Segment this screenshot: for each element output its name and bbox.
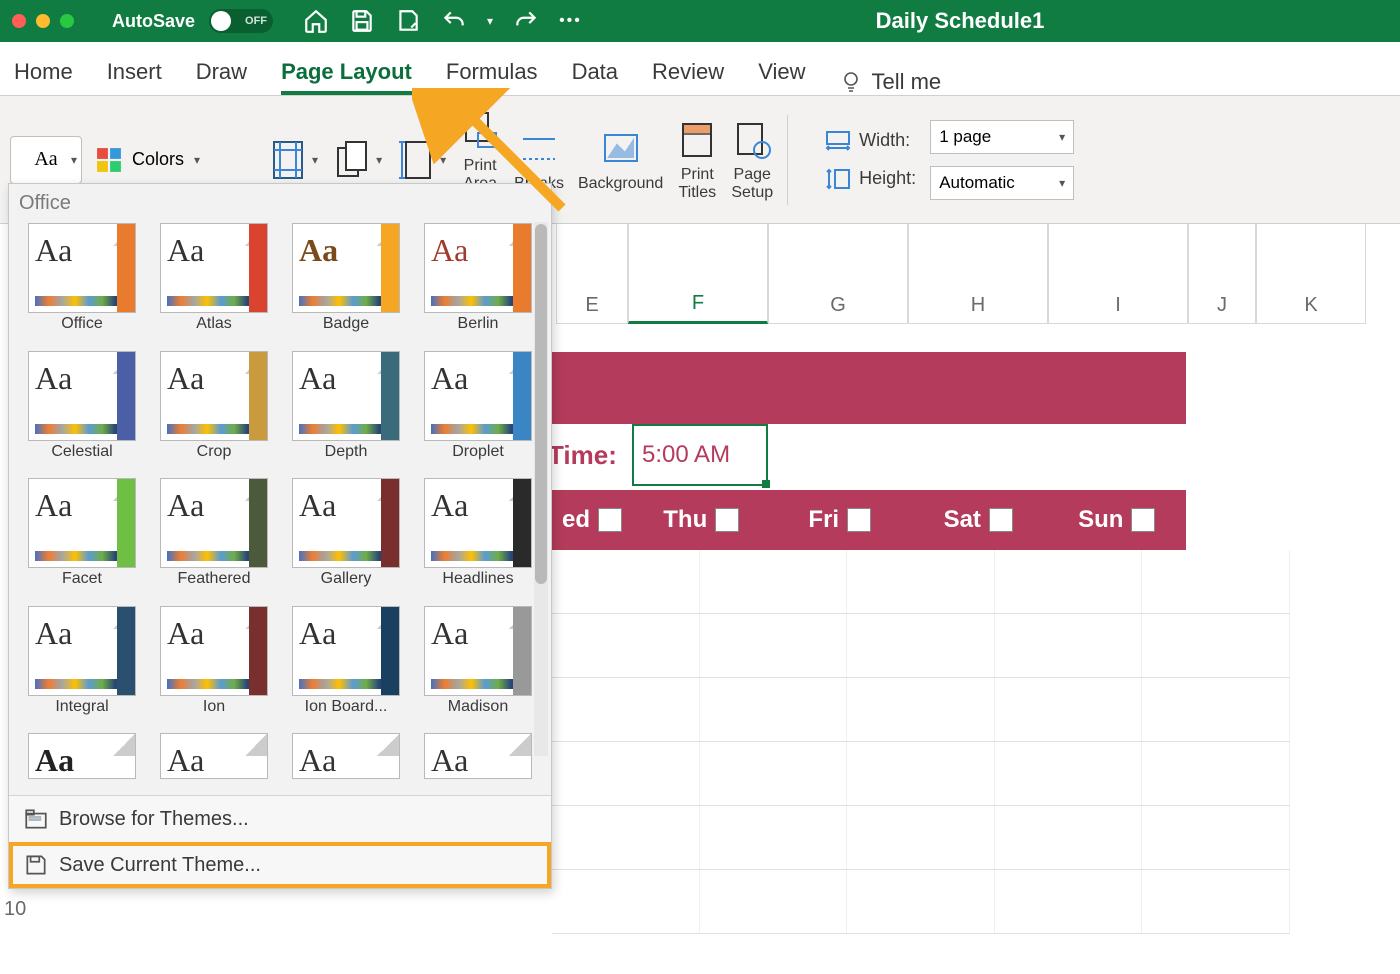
themes-button[interactable]: Aa ▾ (10, 136, 82, 184)
more-icon[interactable]: ••• (559, 12, 582, 30)
theme-item[interactable]: Aa (285, 733, 407, 789)
theme-office[interactable]: AaOffice (21, 223, 143, 343)
colors-caret[interactable]: ▾ (194, 153, 200, 167)
tab-review[interactable]: Review (652, 59, 724, 95)
tab-view[interactable]: View (758, 59, 805, 95)
redo-icon[interactable] (513, 8, 539, 34)
close-window[interactable] (12, 14, 26, 28)
col-K[interactable]: K (1256, 224, 1366, 324)
tab-page-layout[interactable]: Page Layout (281, 59, 412, 95)
titlebar: AutoSave OFF ▾ ••• Daily Schedule1 (0, 0, 1400, 42)
autosave-label: AutoSave (112, 11, 195, 32)
colors-icon (96, 147, 122, 173)
chevron-down-icon[interactable]: ▾ (847, 508, 871, 532)
active-cell[interactable]: 5:00 AM (632, 424, 768, 486)
col-E[interactable]: E (556, 224, 628, 324)
height-icon (825, 168, 851, 190)
tab-insert[interactable]: Insert (107, 59, 162, 95)
day-wed[interactable]: ed▾ (552, 490, 632, 550)
chevron-down-icon[interactable]: ▾ (598, 508, 622, 532)
theme-item[interactable]: Aa (153, 733, 275, 789)
time-label: Time: (548, 440, 617, 471)
height-label: Height: (859, 168, 916, 189)
theme-feathered[interactable]: AaFeathered (153, 478, 275, 598)
folder-icon (23, 806, 49, 832)
bulb-icon (839, 70, 863, 94)
ribbon-tabs: Home Insert Draw Page Layout Formulas Da… (0, 42, 1400, 96)
theme-item[interactable]: Aa (21, 733, 143, 789)
theme-badge[interactable]: AaBadge (285, 223, 407, 343)
col-J[interactable]: J (1188, 224, 1256, 324)
window-controls (12, 14, 74, 28)
tell-me[interactable]: Tell me (839, 69, 941, 95)
themes-grid: AaOfficeAaAtlasAaBadgeAaBerlin AaCelestia… (9, 217, 551, 795)
row-number[interactable]: 10 (4, 898, 26, 921)
annotation-arrow (412, 88, 582, 228)
page-setup-button[interactable]: Page Setup (731, 118, 773, 202)
col-G[interactable]: G (768, 224, 908, 324)
day-sat[interactable]: Sat▾ (909, 490, 1048, 550)
col-I[interactable]: I (1048, 224, 1188, 324)
theme-facet[interactable]: AaFacet (21, 478, 143, 598)
save-icon[interactable] (349, 8, 375, 34)
minimize-window[interactable] (36, 14, 50, 28)
scrollbar[interactable] (534, 222, 548, 756)
maximize-window[interactable] (60, 14, 74, 28)
tab-draw[interactable]: Draw (196, 59, 247, 95)
theme-ion[interactable]: AaIon (153, 606, 275, 726)
col-H[interactable]: H (908, 224, 1048, 324)
day-thu[interactable]: Thu▾ (632, 490, 771, 550)
save-as-icon[interactable] (395, 8, 421, 34)
fill-handle[interactable] (762, 480, 770, 488)
save-theme-icon (23, 852, 49, 878)
day-fri[interactable]: Fri▾ (771, 490, 910, 550)
background-button[interactable]: Background (578, 127, 663, 193)
schedule-title-bar (552, 352, 1186, 424)
document-title: Daily Schedule1 (876, 8, 1045, 34)
home-icon[interactable] (303, 8, 329, 34)
theme-ion-board-[interactable]: AaIon Board... (285, 606, 407, 726)
col-F[interactable]: F (628, 224, 768, 324)
theme-droplet[interactable]: AaDroplet (417, 351, 539, 471)
colors-button[interactable]: Colors (132, 149, 184, 170)
quick-access: ▾ ••• (303, 8, 582, 34)
print-titles-button[interactable]: Print Titles (677, 118, 717, 202)
margins-button[interactable]: ▾ (268, 138, 318, 182)
theme-berlin[interactable]: AaBerlin (417, 223, 539, 343)
days-row: ed▾ Thu▾ Fri▾ Sat▾ Sun▾ (552, 490, 1186, 550)
undo-caret[interactable]: ▾ (487, 14, 493, 28)
chevron-down-icon[interactable]: ▾ (715, 508, 739, 532)
day-sun[interactable]: Sun▾ (1048, 490, 1187, 550)
browse-themes[interactable]: Browse for Themes... (9, 796, 551, 842)
width-select[interactable]: 1 page▾ (930, 120, 1074, 154)
theme-celestial[interactable]: AaCelestial (21, 351, 143, 471)
grid[interactable] (552, 550, 1290, 974)
width-label: Width: (859, 130, 910, 151)
theme-madison[interactable]: AaMadison (417, 606, 539, 726)
theme-atlas[interactable]: AaAtlas (153, 223, 275, 343)
autosave-toggle[interactable]: OFF (209, 9, 273, 33)
height-select[interactable]: Automatic▾ (930, 166, 1074, 200)
tab-home[interactable]: Home (14, 59, 73, 95)
theme-headlines[interactable]: AaHeadlines (417, 478, 539, 598)
themes-panel: Office AaOfficeAaAtlasAaBadgeAaBerlinAaC… (8, 183, 552, 889)
theme-depth[interactable]: AaDepth (285, 351, 407, 471)
theme-integral[interactable]: AaIntegral (21, 606, 143, 726)
chevron-down-icon[interactable]: ▾ (989, 508, 1013, 532)
theme-gallery[interactable]: AaGallery (285, 478, 407, 598)
undo-icon[interactable] (441, 8, 467, 34)
theme-item[interactable]: Aa (417, 733, 539, 789)
chevron-down-icon[interactable]: ▾ (1131, 508, 1155, 532)
orientation-button[interactable]: ▾ (332, 138, 382, 182)
save-current-theme[interactable]: Save Current Theme... (9, 842, 551, 888)
width-icon (825, 130, 851, 152)
theme-crop[interactable]: AaCrop (153, 351, 275, 471)
